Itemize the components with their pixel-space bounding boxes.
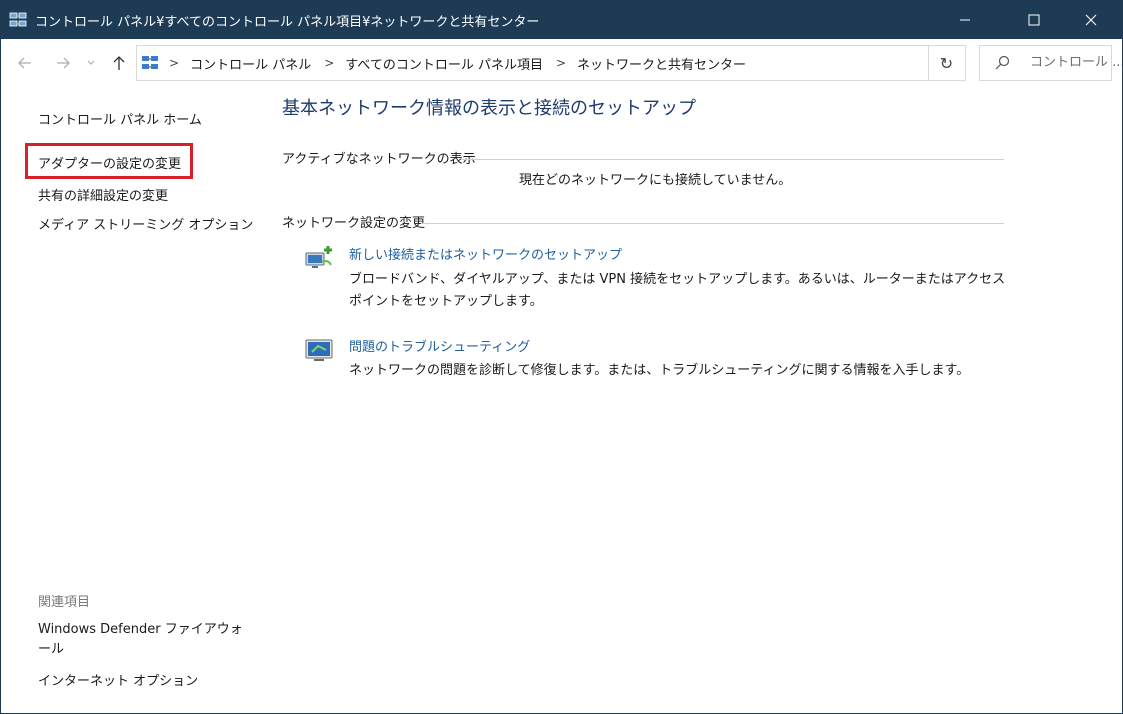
no-network-status: 現在どのネットワークにも接続していません。 xyxy=(519,173,792,188)
maximize-icon xyxy=(1028,14,1040,26)
forward-button[interactable] xyxy=(51,51,75,75)
maximize-button[interactable] xyxy=(1011,1,1057,39)
main-content: 基本ネットワーク情報の表示と接続のセットアップ アクティブなネットワークの表示 … xyxy=(261,87,1122,713)
breadcrumb-network-center[interactable]: ネットワークと共有センター xyxy=(577,54,746,73)
media-streaming-options-link[interactable]: メディア ストリーミング オプション xyxy=(38,214,253,233)
navigation-bar: > コントロール パネル > すべてのコントロール パネル項目 > ネットワーク… xyxy=(1,39,1122,87)
address-bar[interactable]: > コントロール パネル > すべてのコントロール パネル項目 > ネットワーク… xyxy=(136,45,1049,81)
internet-options-link[interactable]: インターネット オプション xyxy=(38,670,198,689)
back-arrow-icon xyxy=(18,57,31,69)
new-connection-description: ブロードバンド、ダイヤルアップ、または VPN 接続をセットアップします。あるい… xyxy=(349,272,1006,309)
network-app-icon xyxy=(9,12,27,27)
close-button[interactable] xyxy=(1068,1,1114,39)
title-bar[interactable]: コントロール パネル¥すべてのコントロール パネル項目¥ネットワークと共有センタ… xyxy=(1,1,1122,39)
control-panel-icon xyxy=(142,56,158,69)
recent-locations-button[interactable] xyxy=(83,51,99,75)
search-box[interactable]: コントロール ... xyxy=(979,45,1122,81)
network-setup-icon xyxy=(305,246,332,268)
breadcrumb-separator[interactable]: > xyxy=(324,56,334,70)
up-arrow-icon xyxy=(113,56,125,70)
change-network-settings-heading: ネットワーク設定の変更 xyxy=(282,216,426,231)
window: コントロール パネル¥すべてのコントロール パネル項目¥ネットワークと共有センタ… xyxy=(0,0,1123,714)
page-title: 基本ネットワーク情報の表示と接続のセットアップ xyxy=(282,98,696,119)
related-items-header: 関連項目 xyxy=(38,595,91,610)
chevron-down-icon xyxy=(87,60,95,65)
up-button[interactable] xyxy=(107,51,131,75)
left-task-pane: コントロール パネル ホーム アダプターの設定の変更 共有の詳細設定の変更 メデ… xyxy=(1,87,261,713)
divider xyxy=(421,223,1004,224)
minimize-icon xyxy=(960,19,970,21)
search-input[interactable]: コントロール ... xyxy=(1030,46,1122,80)
search-icon xyxy=(995,55,1010,70)
breadcrumb-all-items[interactable]: すべてのコントロール パネル項目 xyxy=(345,54,543,73)
window-title: コントロール パネル¥すべてのコントロール パネル項目¥ネットワークと共有センタ… xyxy=(35,15,540,30)
new-connection-setup-link[interactable]: 新しい接続またはネットワークのセットアップ xyxy=(349,244,622,263)
windows-defender-firewall-link[interactable]: Windows Defender ファイアウォール xyxy=(38,620,248,660)
minimize-button[interactable] xyxy=(942,1,988,39)
forward-arrow-icon xyxy=(57,57,70,69)
breadcrumb-control-panel[interactable]: コントロール パネル xyxy=(190,54,311,73)
close-icon xyxy=(1085,14,1097,26)
refresh-icon: ↻ xyxy=(939,53,954,73)
breadcrumb-separator[interactable]: > xyxy=(169,56,179,70)
advanced-sharing-settings-link[interactable]: 共有の詳細設定の変更 xyxy=(38,185,168,204)
troubleshoot-description: ネットワークの問題を診断して修復します。または、トラブルシューティングに関する情… xyxy=(349,363,970,378)
divider xyxy=(461,159,1004,160)
breadcrumb: > コントロール パネル > すべてのコントロール パネル項目 > ネットワーク… xyxy=(165,46,748,80)
back-button[interactable] xyxy=(13,51,37,75)
active-networks-heading: アクティブなネットワークの表示 xyxy=(282,152,476,167)
change-adapter-settings-link[interactable]: アダプターの設定の変更 xyxy=(38,153,181,172)
breadcrumb-separator[interactable]: > xyxy=(556,56,566,70)
control-panel-home-link[interactable]: コントロール パネル ホーム xyxy=(38,109,202,128)
refresh-button[interactable]: ↻ xyxy=(928,45,966,81)
troubleshoot-problems-link[interactable]: 問題のトラブルシューティング xyxy=(349,336,530,355)
troubleshoot-icon xyxy=(305,339,333,361)
